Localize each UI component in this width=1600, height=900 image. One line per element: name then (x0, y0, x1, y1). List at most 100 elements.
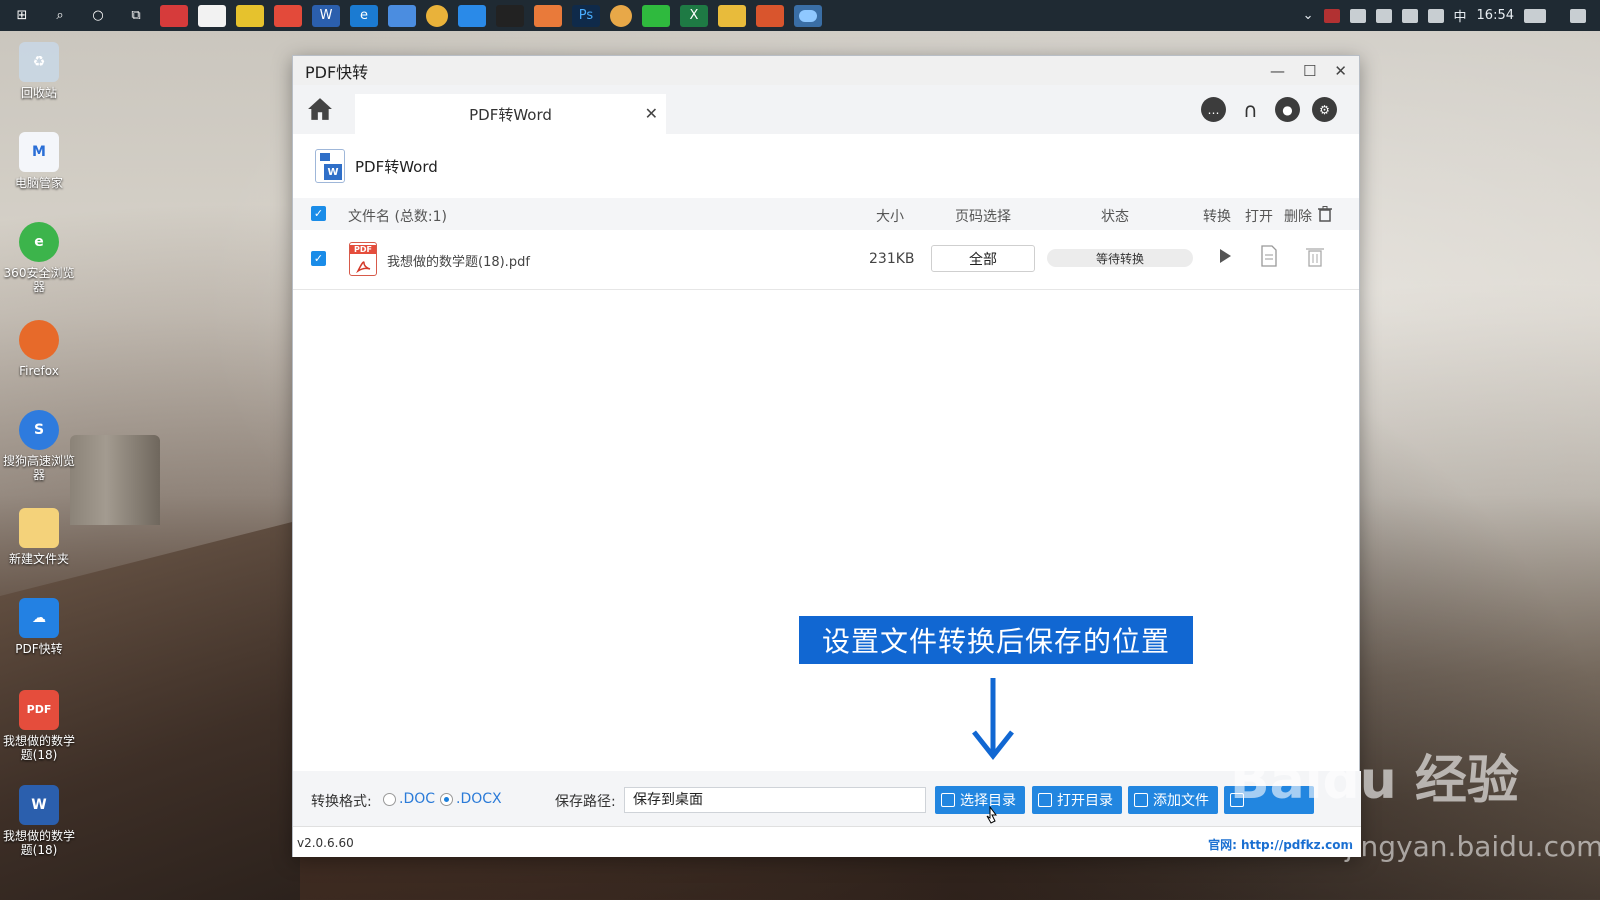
select-all-checkbox[interactable]: ✓ (311, 206, 326, 221)
task-view-icon[interactable]: ⧉ (122, 5, 150, 27)
pdf-kuaizhuan-taskbar-icon[interactable] (794, 4, 822, 27)
start-icon[interactable]: ⊞ (8, 5, 36, 27)
radio-doc-label[interactable]: .DOC (399, 791, 435, 807)
desktop-scenery-chimney (70, 435, 160, 525)
plus-icon (1134, 793, 1148, 807)
minimize-icon[interactable]: — (1270, 62, 1285, 80)
table-row[interactable]: ✓ PDF 我想做的数学题(18).pdf 231KB 全部 等待转换 (293, 230, 1359, 290)
wechat-icon[interactable] (642, 4, 670, 27)
pdf-to-word-icon: W (315, 149, 345, 183)
app-window: PDF快转 — ☐ ✕ PDF转Word ✕ … ∩ ● ⚙ W PDF转Wor… (292, 55, 1361, 857)
radio-doc[interactable] (383, 793, 396, 806)
tray-clock[interactable]: 16:54 (1477, 8, 1514, 23)
pdf-file-icon: PDF (349, 242, 377, 276)
convert-play-icon[interactable] (1215, 246, 1235, 266)
mouse-pointer-icon (986, 806, 997, 824)
tray-qq-icon[interactable] (1323, 8, 1340, 23)
system-tray: ⌄ 中 16:54 (1303, 0, 1586, 31)
app-ppt-icon[interactable] (756, 4, 784, 27)
browser-360-icon: e (19, 222, 59, 262)
title-bar[interactable]: PDF快转 — ☐ ✕ (293, 56, 1359, 85)
save-path-label: 保存路径: (555, 794, 616, 810)
radio-docx-label[interactable]: .DOCX (456, 791, 502, 807)
qq-icon[interactable] (496, 4, 524, 27)
file-explorer-icon[interactable] (718, 4, 746, 27)
app-face-icon[interactable] (610, 4, 632, 27)
footer: v2.0.6.60 官网: http://pdfkz.com (293, 826, 1361, 857)
tray-ime[interactable]: 中 (1454, 6, 1467, 25)
chrome-icon[interactable] (426, 4, 448, 27)
row-size: 231KB (869, 251, 915, 267)
excel-icon[interactable]: X (680, 4, 708, 27)
sogou-browser-icon: S (19, 410, 59, 450)
page-title: PDF转Word (355, 157, 438, 176)
watermark: Baidu 经验 (1230, 751, 1519, 811)
row-checkbox[interactable]: ✓ (311, 251, 326, 266)
open-file-icon[interactable] (1259, 245, 1279, 267)
format-label: 转换格式: (311, 794, 372, 810)
pdf-kuaizhuan-icon: ☁ (19, 598, 59, 638)
maximize-icon[interactable]: ☐ (1303, 62, 1316, 80)
choose-directory-button[interactable]: 选择目录 (935, 786, 1025, 814)
col-convert: 转换 (1203, 209, 1231, 225)
tray-app-icon[interactable] (1524, 8, 1546, 23)
taskbar: ⊞ ⌕ ○ ⧉ W e Ps X ⌄ 中 16:54 (0, 0, 1600, 31)
version-label: v2.0.6.60 (297, 836, 354, 850)
tab-pdf-to-word[interactable]: PDF转Word ✕ (355, 94, 666, 134)
desktop-icon-new-folder[interactable]: 新建文件夹 (2, 508, 76, 566)
close-icon[interactable]: ✕ (1334, 62, 1347, 80)
app-red-icon[interactable] (160, 4, 188, 27)
desktop-icon-firefox[interactable]: Firefox (2, 320, 76, 378)
acrobat-glyph-icon (356, 261, 371, 273)
radio-docx[interactable] (440, 793, 453, 806)
desktop-icon-pc-manager[interactable]: M 电脑管家 (2, 132, 76, 190)
open-directory-button[interactable]: 打开目录 (1032, 786, 1122, 814)
pc-manager-icon: M (19, 132, 59, 172)
tray-battery-icon[interactable] (1375, 8, 1392, 23)
desktop-icon-recycle-bin[interactable]: ♻ 回收站 (2, 42, 76, 100)
arrow-down-icon (972, 678, 1014, 761)
desktop-icon-sogou-browser[interactable]: S 搜狗高速浏览器 (2, 410, 76, 482)
chat-icon[interactable]: … (1201, 97, 1226, 122)
headset-icon[interactable]: ∩ (1238, 97, 1263, 122)
save-path-input[interactable]: 保存到桌面 (624, 787, 926, 813)
notification-center-icon[interactable] (1570, 8, 1586, 23)
annotation-callout: 设置文件转换后保存的位置 (799, 616, 1193, 664)
website-link[interactable]: 官网: http://pdfkz.com (1208, 836, 1353, 853)
app-yellow-icon[interactable] (236, 4, 264, 27)
desktop-icon-pdf-kuaizhuan[interactable]: ☁ PDF快转 (2, 598, 76, 656)
home-icon[interactable] (307, 97, 333, 121)
tray-chevron-icon[interactable]: ⌄ (1303, 8, 1314, 23)
app-blue-icon[interactable] (388, 4, 416, 27)
word-icon[interactable]: W (312, 4, 340, 27)
tray-cloud-icon[interactable] (1349, 8, 1366, 23)
page-select-button[interactable]: 全部 (931, 245, 1035, 272)
desktop-icon-word-file[interactable]: W 我想做的数学题(18) (2, 785, 76, 857)
col-pages: 页码选择 (955, 209, 1011, 225)
app-baidunetdisk-icon[interactable] (458, 4, 486, 27)
page-header: W PDF转Word (293, 134, 1359, 198)
user-icon[interactable]: ● (1275, 97, 1300, 122)
photoshop-icon[interactable]: Ps (572, 4, 600, 27)
notepad-icon[interactable] (198, 4, 226, 27)
col-open: 打开 (1245, 209, 1273, 225)
tab-close-icon[interactable]: ✕ (645, 104, 658, 123)
save-disk-icon (941, 793, 955, 807)
search-icon[interactable]: ⌕ (46, 5, 74, 27)
desktop-icon-pdf-file[interactable]: PDF 我想做的数学题(18) (2, 690, 76, 762)
edge-icon[interactable]: e (350, 4, 378, 27)
delete-row-icon[interactable] (1305, 245, 1325, 267)
status-badge: 等待转换 (1047, 249, 1193, 267)
pdf-file-icon: PDF (19, 690, 59, 730)
app-orange-icon[interactable] (534, 4, 562, 27)
tray-wifi-icon[interactable] (1401, 8, 1418, 23)
add-file-button[interactable]: 添加文件 (1128, 786, 1218, 814)
recycle-bin-icon: ♻ (19, 42, 59, 82)
app-weibo-icon[interactable] (274, 4, 302, 27)
tray-volume-icon[interactable] (1427, 8, 1444, 23)
delete-all-trash-icon[interactable] (1318, 206, 1332, 222)
options-bar: 转换格式: .DOC .DOCX 保存路径: 保存到桌面 选择目录 打开目录 添… (293, 771, 1361, 826)
cortana-icon[interactable]: ○ (84, 5, 112, 27)
desktop-icon-360-browser[interactable]: e 360安全浏览器 (2, 222, 76, 294)
settings-gear-icon[interactable]: ⚙ (1312, 97, 1337, 122)
